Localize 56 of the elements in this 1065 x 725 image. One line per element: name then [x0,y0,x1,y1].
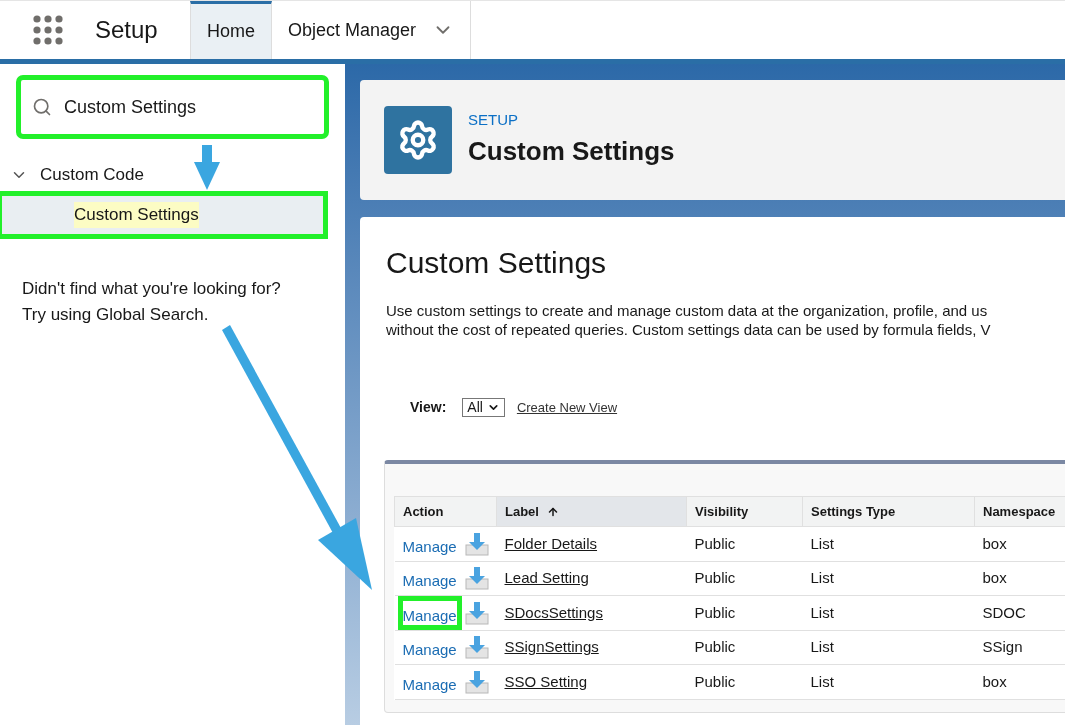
download-icon[interactable] [464,669,489,694]
table-cell: Public [686,595,803,630]
table-cell: Public [686,664,803,699]
table-cell: List [802,630,975,665]
header-eyebrow: SETUP [468,110,519,131]
column-header[interactable]: Visibility [686,496,803,527]
header-title: Custom Settings [468,134,675,168]
column-header[interactable]: Action [394,496,497,527]
hint-text: Didn't find what you're looking for? [22,278,282,300]
download-icon[interactable] [464,635,489,660]
view-label: View: [410,398,447,417]
view-select[interactable]: All [462,398,505,417]
column-header[interactable]: Settings Type [802,496,975,527]
download-icon[interactable] [464,531,489,556]
table-cell: List [802,595,975,630]
table-cell: SDOC [974,595,1065,630]
table-cell: box [974,561,1065,596]
create-view-link[interactable]: Create New View [516,397,618,418]
manage-link[interactable]: Manage [400,667,459,696]
annotation-arrow [194,145,220,190]
hint-text: Try using Global Search. [22,304,210,326]
search-input[interactable]: Custom Settings [64,93,284,121]
download-icon[interactable] [464,566,489,591]
sort-arrow-icon [546,505,559,518]
page-title: Custom Settings [386,245,608,281]
table-cell: SSign [974,630,1065,665]
settings-icon [384,106,452,174]
search-icon [32,97,52,117]
app-name: Setup [95,15,159,45]
table-cell: List [802,664,975,699]
nav-tab[interactable]: Home [190,1,272,59]
manage-link[interactable]: Manage [400,529,459,558]
download-icon[interactable] [464,600,489,625]
manage-link[interactable]: Manage [400,598,459,627]
setting-link[interactable]: SSignSettings [504,638,599,655]
search-field[interactable]: Custom Settings [19,78,326,136]
setting-link[interactable]: Folder Details [504,534,598,552]
table-cell: Public [686,526,803,561]
table-cell: box [974,664,1065,699]
manage-link[interactable]: Manage [400,564,459,593]
column-header[interactable]: Namespace [974,496,1065,527]
column-header[interactable]: Label [496,496,687,527]
app-launcher-icon[interactable] [32,15,63,45]
description-text: without the cost of repeated queries. Custom settings data can be used by formula fields, V [386,320,992,339]
manage-link[interactable]: Manage [400,633,459,662]
setting-link[interactable]: Lead Setting [504,569,589,586]
table-cell: List [802,526,975,561]
setting-link[interactable]: SDocsSettings [504,603,603,621]
setting-link[interactable]: SSO Setting [504,672,588,690]
table-cell: Public [686,630,803,665]
tree-item[interactable]: Custom Settings [0,194,325,236]
description-text: Use custom settings to create and manage custom data at the organization, profile, and us [386,301,989,320]
table-cell: box [974,526,1065,561]
table-cell: Public [686,561,803,596]
tree-node[interactable]: Custom Code [0,160,144,190]
table-cell: List [802,561,975,596]
